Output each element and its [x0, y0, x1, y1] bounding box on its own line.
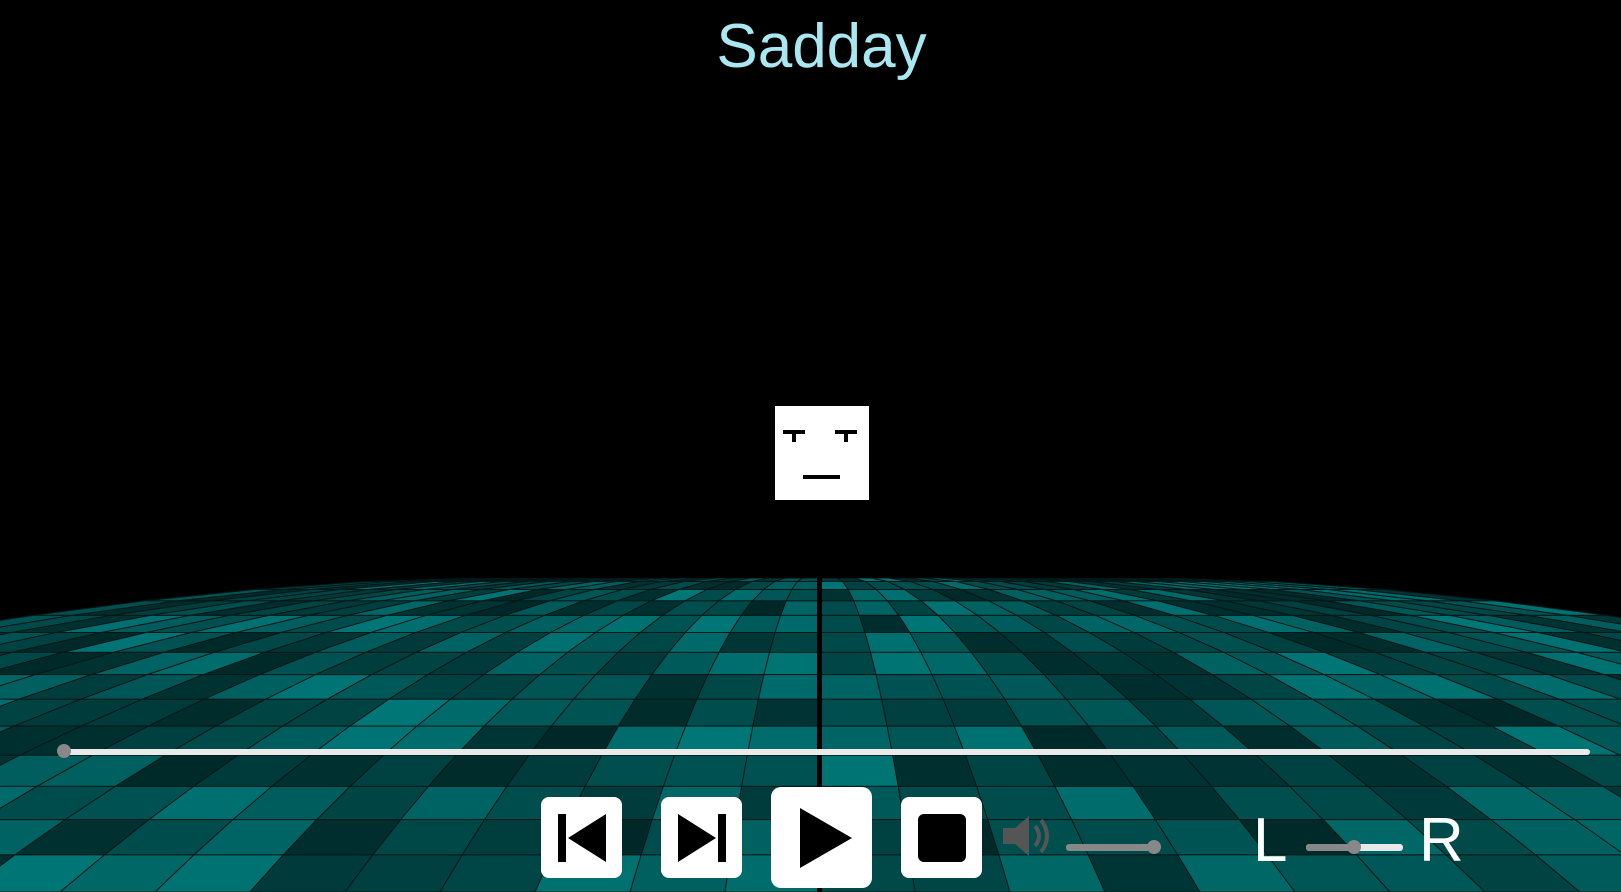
- play-button[interactable]: [771, 787, 872, 888]
- floor-tile: [998, 854, 1106, 892]
- skip-next-icon: [677, 813, 726, 862]
- seek-bar[interactable]: [64, 749, 1590, 755]
- volume-slider-handle[interactable]: [1147, 840, 1161, 854]
- volume-slider[interactable]: [1066, 844, 1158, 851]
- stop-button[interactable]: [901, 797, 982, 878]
- mouth-icon: [803, 475, 840, 479]
- floor-tile: [774, 614, 821, 634]
- floor-tile: [819, 698, 888, 727]
- floor-tile: [684, 698, 759, 727]
- skip-previous-icon: [557, 813, 606, 862]
- right-eye-icon: [835, 430, 857, 442]
- floor-tile: [881, 698, 956, 727]
- floor-tile: [752, 698, 821, 727]
- balance-slider-handle[interactable]: [1347, 840, 1361, 854]
- floor-tile: [892, 754, 978, 787]
- speaker-volume-icon[interactable]: [1001, 814, 1056, 858]
- balance-right-label: R: [1419, 806, 1464, 875]
- floor-tile: [875, 674, 945, 700]
- previous-track-button[interactable]: [541, 797, 622, 878]
- seek-handle[interactable]: [57, 744, 71, 758]
- play-icon: [799, 807, 852, 868]
- floor-tile: [790, 581, 821, 590]
- track-title: Sadday: [716, 12, 927, 81]
- floor-tile: [741, 754, 821, 787]
- floor-tile: [779, 600, 821, 616]
- floor-tile: [662, 754, 748, 787]
- balance-left-label: L: [1253, 806, 1288, 875]
- floor-tile: [819, 614, 866, 634]
- floor-tile: [695, 674, 765, 700]
- floor-tile: [819, 651, 877, 676]
- floor-tile: [819, 600, 861, 616]
- floor-tile: [757, 674, 821, 700]
- floor-tile: [763, 651, 821, 676]
- floor-tile: [819, 632, 872, 653]
- floor-tile: [707, 651, 771, 676]
- floor-tile: [819, 754, 899, 787]
- floor-tile: [819, 674, 883, 700]
- floor-tile: [785, 588, 821, 602]
- left-eye-icon: [783, 430, 805, 442]
- floor-tile: [768, 632, 821, 653]
- next-track-button[interactable]: [661, 797, 742, 878]
- stop-icon: [917, 813, 966, 862]
- mascot-face-icon: [775, 406, 869, 500]
